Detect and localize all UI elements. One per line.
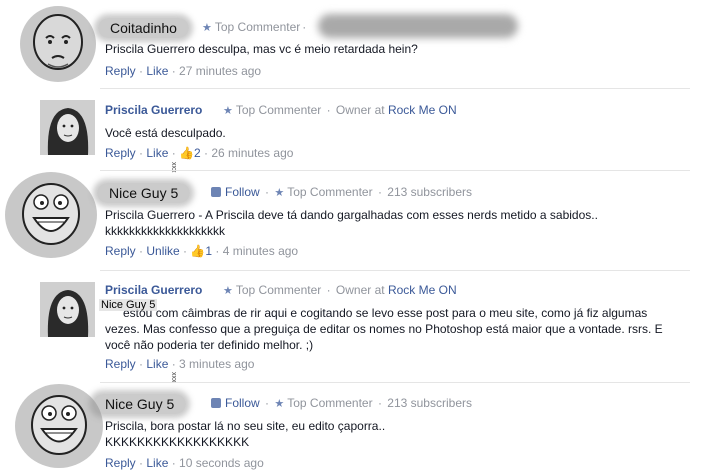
timestamp[interactable]: 26 minutes ago [211,146,293,160]
redacted-info [318,14,518,38]
like-link[interactable]: Like [146,146,168,160]
unlike-link[interactable]: Unlike [146,244,179,258]
commenter-meta: ★ Top Commenter · Owner at Rock Me ON [223,283,457,297]
reply-link[interactable]: Reply [105,357,136,371]
timestamp[interactable]: 3 minutes ago [179,357,254,371]
owner-page-link[interactable]: Rock Me ON [388,103,457,117]
commenter-name[interactable]: Priscila Guerrero [105,103,202,117]
timestamp[interactable]: 4 minutes ago [223,244,298,258]
rage-face-avatar[interactable] [4,170,99,260]
commenter-name[interactable]: Coitadinho [98,18,189,38]
star-icon: ★ [274,398,285,410]
reply-link[interactable]: Reply [105,64,136,78]
top-commenter-badge: Top Commenter [235,283,322,297]
scribble-mark: xxx [170,372,177,383]
reply-link[interactable]: Reply [105,456,136,470]
subscriber-count: 213 subscribers [387,185,472,199]
comment-4: Priscila Guerrero ★ Top Commenter · Owner… [0,270,715,382]
commenter-meta: ★ Top Commenter · Owner at Rock Me ON [223,103,457,117]
reply-link[interactable]: Reply [105,146,136,160]
profile-photo[interactable] [40,282,95,337]
thumbs-up-icon[interactable]: 👍 [179,146,194,160]
comment-actions: Reply · Unlike · 👍1 · 4 minutes ago [105,244,299,258]
commenter-name[interactable]: Nice Guy 5 [93,394,187,414]
comment-1: Coitadinho ★ Top Commenter · Priscila Guer… [0,0,715,90]
subscriber-count: 213 subscribers [387,396,472,410]
commenter-name[interactable]: Nice Guy 5 [97,183,191,203]
top-commenter-badge: Top Commenter [287,185,373,199]
commenter-meta: Follow · ★ Top Commenter · 213 subscriber… [211,396,472,410]
rss-icon [211,187,221,197]
like-count[interactable]: 2 [194,146,201,160]
comment-5: Nice Guy 5 Follow · ★ Top Commenter · 213… [0,382,715,474]
top-commenter-badge: Top Commenter [214,20,301,34]
commenter-meta: ★ Top Commenter · [202,20,307,34]
comment-actions: Reply · Like · 👍2 · 26 minutes ago [105,146,294,160]
owner-prefix: Owner at [335,103,385,117]
comment-text: Priscila Guerrero desculpa, mas vc é mei… [105,42,418,56]
commenter-name[interactable]: Priscila Guerrero [105,283,202,297]
rss-icon [211,398,221,408]
commenter-meta: Follow · ★ Top Commenter · 213 subscriber… [211,185,472,199]
comment-3: Nice Guy 5 Follow · ★ Top Commenter · 213… [0,170,715,270]
timestamp[interactable]: 27 minutes ago [179,64,261,78]
like-link[interactable]: Like [146,64,168,78]
comment-actions: Reply · Like · 10 seconds ago [105,456,264,470]
star-icon: ★ [223,105,233,117]
comment-text: Você está desculpado. [105,126,226,140]
owner-prefix: Owner at [335,283,385,297]
comment-actions: Reply · Like · 3 minutes ago [105,357,255,371]
star-icon: ★ [223,285,233,297]
owner-page-link[interactable]: Rock Me ON [388,283,457,297]
like-link[interactable]: Like [146,357,168,371]
profile-photo[interactable] [40,100,95,155]
comment-text: Priscila Guerrero - A Priscila deve tá d… [105,208,598,238]
reply-link[interactable]: Reply [105,244,136,258]
follow-link[interactable]: Follow [225,185,260,199]
thumbs-up-icon[interactable]: 👍 [190,244,205,258]
comment-actions: Reply · Like · 27 minutes ago [105,64,262,78]
pasted-name-label: Nice Guy 5 [99,299,158,311]
timestamp[interactable]: 10 seconds ago [179,456,264,470]
comment-text: estou com câimbras de rir aqui e cogitan… [105,306,663,352]
comment-2: Priscila Guerrero ★ Top Commenter · Owner… [0,88,715,170]
star-icon: ★ [274,187,285,199]
like-link[interactable]: Like [146,456,168,470]
forever-alone-avatar[interactable] [18,4,98,84]
rage-face-avatar[interactable] [14,382,104,470]
follow-link[interactable]: Follow [225,396,260,410]
star-icon: ★ [202,22,212,34]
comment-text: Priscila, bora postar lá no seu site, eu… [105,419,386,449]
top-commenter-badge: Top Commenter [287,396,373,410]
top-commenter-badge: Top Commenter [235,103,322,117]
